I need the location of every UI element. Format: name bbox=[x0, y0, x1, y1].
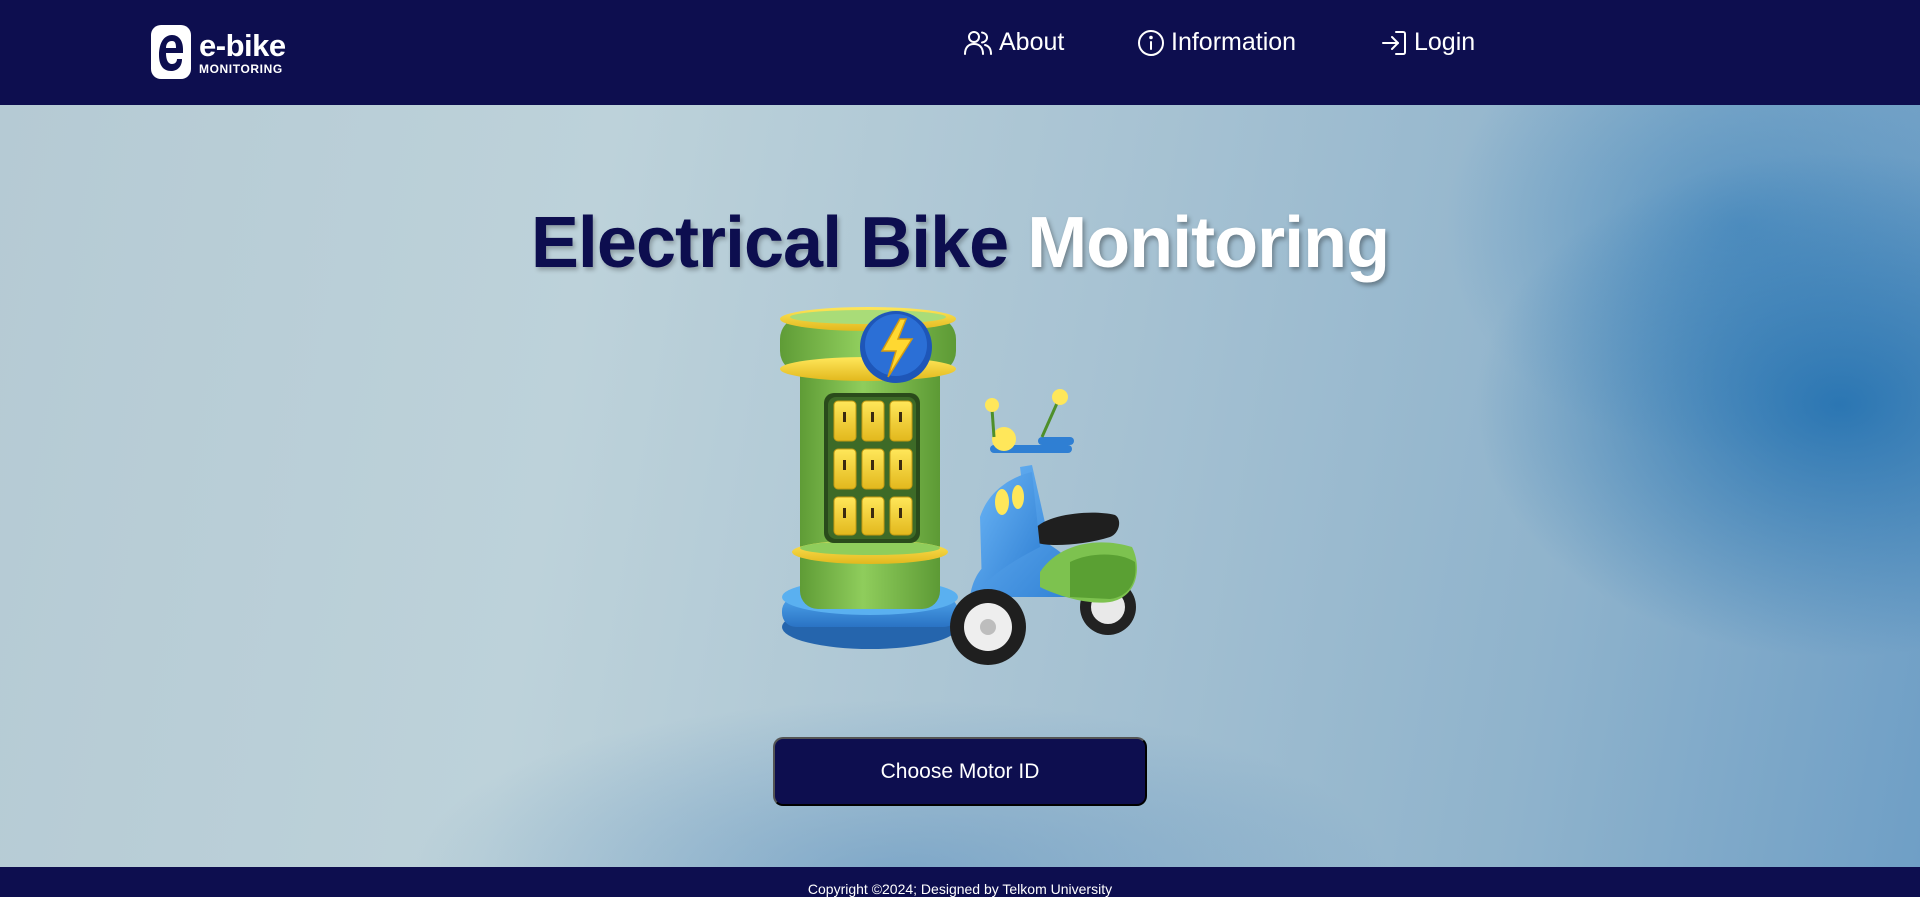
info-circle-icon bbox=[1137, 29, 1165, 57]
hero-section: Electrical Bike Monitoring Choose Motor … bbox=[0, 105, 1920, 867]
hero-title: Electrical Bike Monitoring bbox=[0, 202, 1920, 284]
users-icon bbox=[963, 29, 993, 57]
nav-information-label: Information bbox=[1171, 28, 1297, 56]
choose-motor-id-button[interactable]: Choose Motor ID bbox=[773, 737, 1147, 806]
hero-title-dark: Electrical Bike bbox=[530, 203, 1009, 283]
nav-login-label: Login bbox=[1414, 28, 1476, 56]
footer-copyright: Copyright ©2024; Designed by Telkom Univ… bbox=[807, 881, 1113, 897]
login-arrow-icon bbox=[1380, 29, 1408, 57]
footer: Copyright ©2024; Designed by Telkom Univ… bbox=[0, 867, 1920, 897]
nav-about-link[interactable]: About bbox=[963, 28, 1064, 57]
nav-login-link[interactable]: Login bbox=[1380, 28, 1475, 57]
charging-station-scooter-illustration bbox=[770, 297, 1150, 692]
nav-information-link[interactable]: Information bbox=[1137, 28, 1296, 57]
navbar: e-bike MONITORING About Information Logi… bbox=[0, 0, 1920, 105]
nav-about-label: About bbox=[999, 28, 1065, 56]
hero-title-light: Monitoring bbox=[1027, 203, 1390, 283]
main-nav: About Information Login bbox=[0, 28, 1920, 68]
